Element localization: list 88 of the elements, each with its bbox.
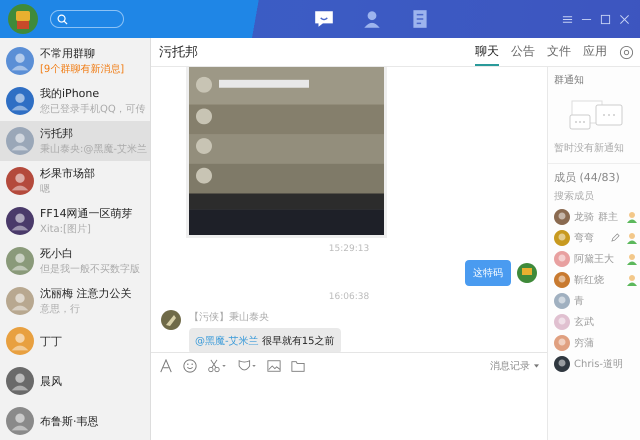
notice-title: 群通知	[554, 74, 585, 87]
conversation-item[interactable]: 我的iPhone 您已登录手机QQ，可传	[0, 81, 150, 121]
conversation-name: FF14网通一区萌芽	[40, 206, 133, 221]
timestamp: 16:06:38	[328, 292, 370, 302]
member-name: 阿黛王大	[574, 252, 614, 266]
close-icon[interactable]	[619, 14, 630, 24]
conversation-name: 杉果市场部	[40, 166, 95, 181]
conversation-item[interactable]: 晨风	[0, 361, 150, 401]
member-item[interactable]: 穷蒲	[554, 332, 640, 353]
avatar-icon	[6, 127, 34, 155]
conversation-name: 布鲁斯·韦恩	[40, 414, 98, 428]
search-field[interactable]	[50, 10, 124, 28]
conversation-item[interactable]: 不常用群聊 [9个群聊有新消息]	[0, 41, 150, 81]
avatar-icon	[554, 208, 570, 224]
avatar-icon	[554, 314, 570, 330]
member-item[interactable]: 龙骑 群主	[554, 206, 640, 227]
avatar-icon	[6, 327, 34, 355]
avatar-icon	[517, 263, 537, 283]
member-name: 靳红烧	[574, 274, 604, 286]
caret-icon[interactable]	[534, 364, 539, 368]
avatar-icon	[6, 407, 34, 435]
conversation-name: 丁丁	[40, 334, 62, 348]
member-name: 青	[574, 294, 584, 308]
avatar-icon	[6, 47, 34, 75]
avatar-icon	[6, 287, 34, 315]
avatar-icon	[6, 247, 34, 275]
avatar-icon	[6, 367, 34, 395]
user-avatar[interactable]	[8, 4, 38, 34]
message-preview: 您已登录手机QQ，可传	[40, 102, 146, 116]
avatar-icon	[554, 230, 570, 246]
message-preview: 但是我一般不买数字版	[40, 262, 140, 276]
chat-title: 污托邦	[159, 44, 198, 61]
message-preview: Xita:[图片]	[40, 222, 92, 236]
chat-icon[interactable]	[313, 9, 335, 29]
conversation-name: 不常用群聊	[40, 46, 96, 61]
conversation-name: 污托邦	[40, 126, 74, 141]
conversation-item[interactable]: 死小白 但是我一般不买数字版	[0, 241, 150, 281]
avatar-icon	[6, 87, 34, 115]
members-title: 成员 (44/83)	[554, 170, 621, 185]
menu-icon[interactable]	[562, 14, 573, 24]
message-preview: [9个群聊有新消息]	[40, 62, 124, 76]
face-icon[interactable]	[237, 359, 257, 373]
conversation-item[interactable]: 杉果市场部 嗯	[0, 161, 150, 201]
message-preview: 嗯	[40, 183, 51, 196]
avatar-icon	[554, 250, 570, 266]
scissors-icon[interactable]	[207, 359, 227, 373]
empty-notice-text: 暂时没有新通知	[554, 142, 625, 155]
conversation-name: 沈丽梅 注意力公关	[40, 286, 132, 301]
history-button[interactable]: 消息记录	[490, 359, 530, 373]
tab[interactable]: 应用	[583, 38, 607, 66]
conversation-name: 晨风	[40, 374, 62, 388]
conversation-name: 我的iPhone	[40, 86, 100, 101]
member-item[interactable]: 玄武	[554, 311, 640, 332]
folder-icon[interactable]	[291, 359, 305, 373]
avatar-icon	[6, 167, 34, 195]
image-icon[interactable]	[267, 359, 281, 373]
member-name: 弯弯	[574, 232, 594, 244]
message-preview: 意思，行	[40, 302, 81, 316]
tab[interactable]: 聊天	[475, 38, 499, 66]
emoji-icon[interactable]	[183, 359, 197, 373]
font-icon[interactable]	[159, 359, 173, 373]
settings-icon[interactable]	[619, 44, 634, 60]
pencil-icon[interactable]	[611, 233, 620, 242]
member-search-field[interactable]: 搜索成员	[554, 191, 634, 202]
conversation-item[interactable]: 丁丁	[0, 321, 150, 361]
avatar-icon	[554, 356, 570, 372]
conversation-name: 死小白	[40, 246, 74, 261]
avatar-icon	[554, 272, 570, 288]
conversation-item[interactable]: 布鲁斯·韦恩	[0, 401, 150, 440]
avatar-icon	[554, 292, 570, 308]
avatar-icon	[161, 310, 181, 330]
sender-name: 【污侠】秉山泰央	[189, 310, 269, 324]
conversation-item[interactable]: FF14网通一区萌芽 Xita:[图片]	[0, 201, 150, 241]
member-role: 群主	[598, 210, 618, 224]
maximize-icon[interactable]	[600, 14, 611, 24]
member-name: 穷蒲	[574, 336, 594, 350]
avatar-icon	[554, 334, 570, 350]
message-bubble: 这特码	[465, 260, 511, 286]
tab[interactable]: 文件	[547, 38, 571, 66]
message-bubble: @黑魔-艾米兰 很早就有15之前	[189, 328, 341, 352]
conversation-item[interactable]: 沈丽梅 注意力公关 意思，行	[0, 281, 150, 321]
search-icon	[57, 14, 68, 24]
member-name: 龙骑	[574, 210, 594, 224]
timestamp: 15:29:13	[328, 244, 370, 254]
tab[interactable]: 公告	[511, 38, 535, 66]
member-name: 玄武	[574, 316, 594, 328]
member-name: Chris-道明	[574, 358, 624, 370]
avatar-icon	[6, 207, 34, 235]
